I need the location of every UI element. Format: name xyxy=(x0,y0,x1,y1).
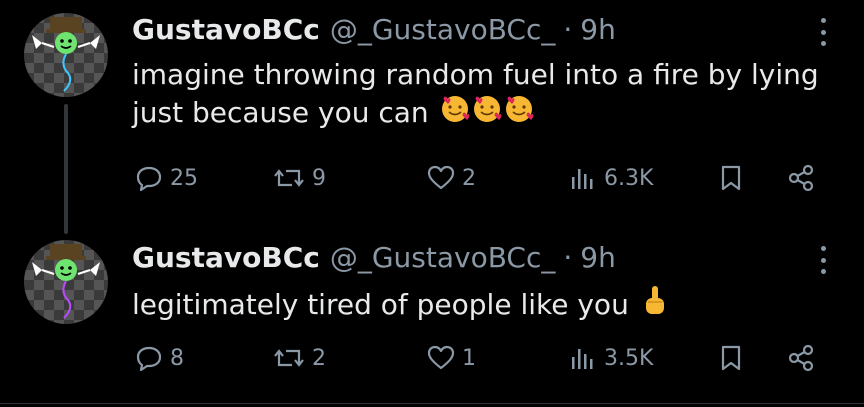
avatar[interactable] xyxy=(24,13,108,97)
bookmark-button[interactable] xyxy=(716,338,746,378)
reply-count: 25 xyxy=(170,165,198,191)
share-button[interactable] xyxy=(786,158,816,198)
tweet-text-content: legitimately tired of people like you xyxy=(132,288,629,321)
share-icon xyxy=(788,164,814,192)
tweet-actions-bar: 8 2 1 3.5K xyxy=(0,338,864,378)
smiling-face-with-hearts-icon xyxy=(504,94,534,134)
more-dot-icon xyxy=(820,18,826,23)
bookmark-icon xyxy=(721,165,741,191)
bookmark-icon xyxy=(721,345,741,371)
reply-icon xyxy=(136,346,162,372)
reply-button[interactable]: 8 xyxy=(134,338,184,378)
tweet-text: legitimately tired of people like you xyxy=(132,284,832,328)
tweet-header: GustavoBCc @_GustavoBCc_ · 9h xyxy=(132,12,616,48)
username-handle[interactable]: @_GustavoBCc_ xyxy=(330,240,556,276)
view-count: 3.5K xyxy=(604,345,654,371)
repost-count: 2 xyxy=(312,345,326,371)
more-dot-icon xyxy=(820,41,826,46)
heart-icon xyxy=(427,165,455,190)
display-name[interactable]: GustavoBCc xyxy=(132,12,320,48)
timestamp[interactable]: 9h xyxy=(580,12,616,48)
like-count: 2 xyxy=(462,165,476,191)
repost-button[interactable]: 9 xyxy=(272,158,326,198)
analytics-icon xyxy=(572,169,593,189)
like-button[interactable]: 2 xyxy=(426,158,476,198)
like-button[interactable]: 1 xyxy=(426,338,476,378)
share-button[interactable] xyxy=(786,338,816,378)
reply-count: 8 xyxy=(170,345,184,371)
bookmark-button[interactable] xyxy=(716,158,746,198)
repost-icon xyxy=(274,349,304,367)
more-dot-icon xyxy=(820,246,826,251)
reply-button[interactable]: 25 xyxy=(134,158,198,198)
avatar-character-icon xyxy=(32,17,100,92)
tweet-actions-bar: 25 9 2 6.3K xyxy=(0,158,864,198)
tweet[interactable]: GustavoBCc @_GustavoBCc_ · 9h imagine th… xyxy=(0,0,864,234)
repost-icon xyxy=(274,169,304,187)
avatar[interactable] xyxy=(24,240,108,324)
tweet-text: imagine throwing random fuel into a fire… xyxy=(132,56,832,134)
view-count: 6.3K xyxy=(604,165,654,191)
smiling-face-with-hearts-icon xyxy=(440,94,470,134)
separator-dot: · xyxy=(563,241,573,274)
heart-icon xyxy=(427,345,455,370)
views-button[interactable]: 6.3K xyxy=(568,158,653,198)
avatar-character-icon xyxy=(32,244,100,319)
more-dot-icon xyxy=(820,29,826,35)
more-options-button[interactable] xyxy=(814,244,832,276)
share-icon xyxy=(788,344,814,372)
analytics-icon xyxy=(572,349,593,369)
more-dot-icon xyxy=(820,269,826,274)
views-button[interactable]: 3.5K xyxy=(568,338,653,378)
repost-count: 9 xyxy=(312,165,326,191)
like-count: 1 xyxy=(462,345,476,371)
reply-icon xyxy=(136,166,162,192)
username-handle[interactable]: @_GustavoBCc_ xyxy=(330,12,556,48)
tweet-header: GustavoBCc @_GustavoBCc_ · 9h xyxy=(132,240,616,276)
tweet[interactable]: GustavoBCc @_GustavoBCc_ · 9h legitimate… xyxy=(0,228,864,403)
more-dot-icon xyxy=(820,257,826,263)
display-name[interactable]: GustavoBCc xyxy=(132,240,320,276)
divider xyxy=(0,403,864,404)
smiling-face-with-hearts-icon xyxy=(472,94,502,134)
separator-dot: · xyxy=(563,13,573,46)
repost-button[interactable]: 2 xyxy=(272,338,326,378)
timestamp[interactable]: 9h xyxy=(580,240,616,276)
more-options-button[interactable] xyxy=(814,16,832,48)
middle-finger-icon xyxy=(640,284,670,328)
